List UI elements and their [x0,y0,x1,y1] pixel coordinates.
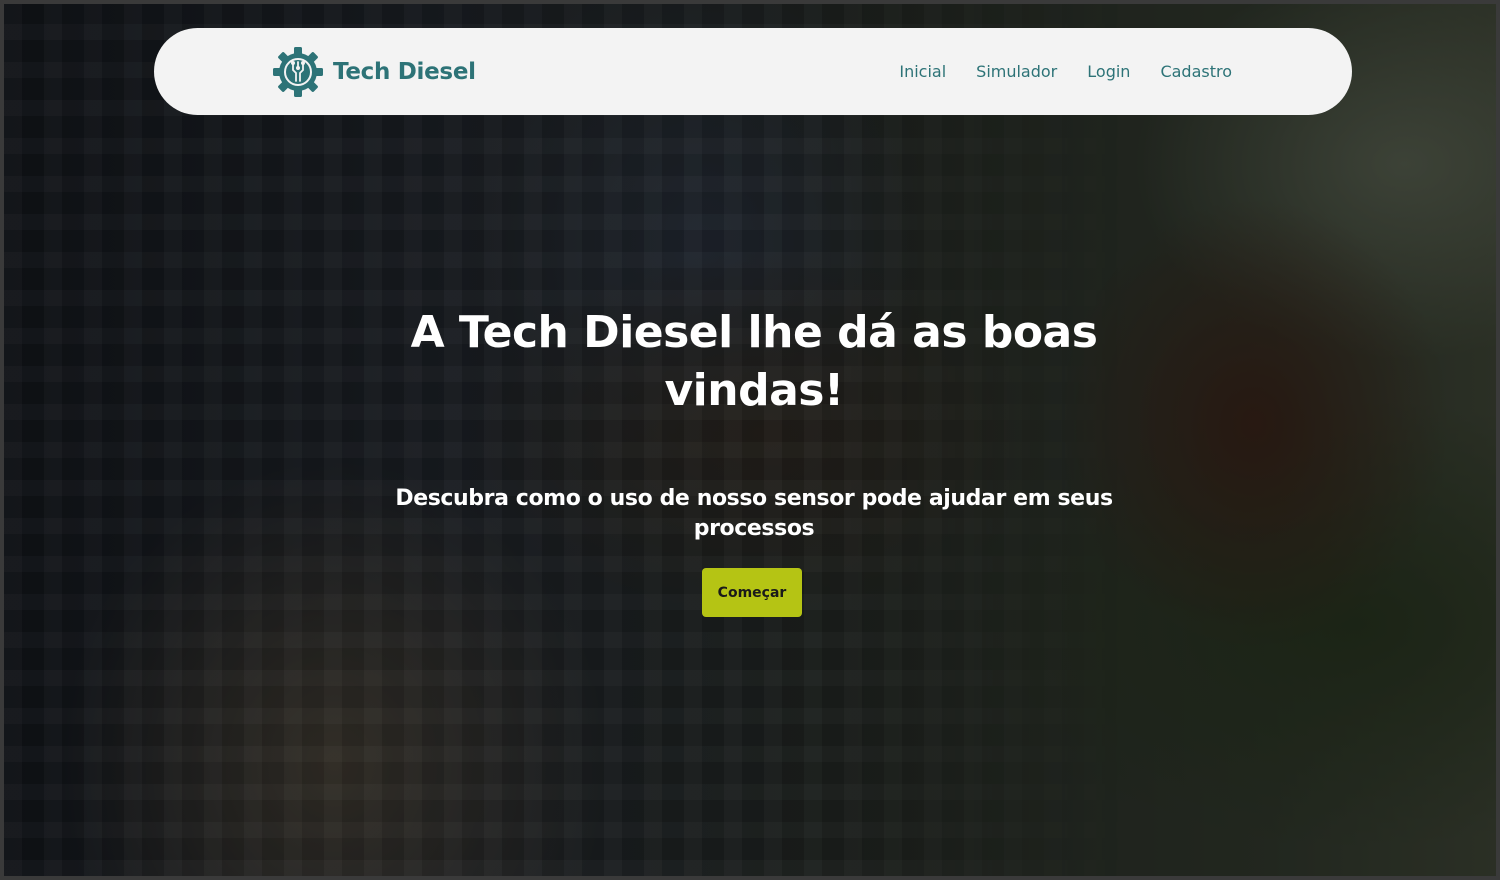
browser-viewport: Tech Diesel Inicial Simulador Login Cada… [0,0,1500,880]
start-button[interactable]: Começar [702,568,802,617]
hero-title: A Tech Diesel lhe dá as boas vindas! [410,307,1098,416]
hero-section: A Tech Diesel lhe dá as boas vindas! Des… [4,4,1496,876]
hero-subtitle: Descubra como o uso de nosso sensor pode… [395,486,1113,541]
